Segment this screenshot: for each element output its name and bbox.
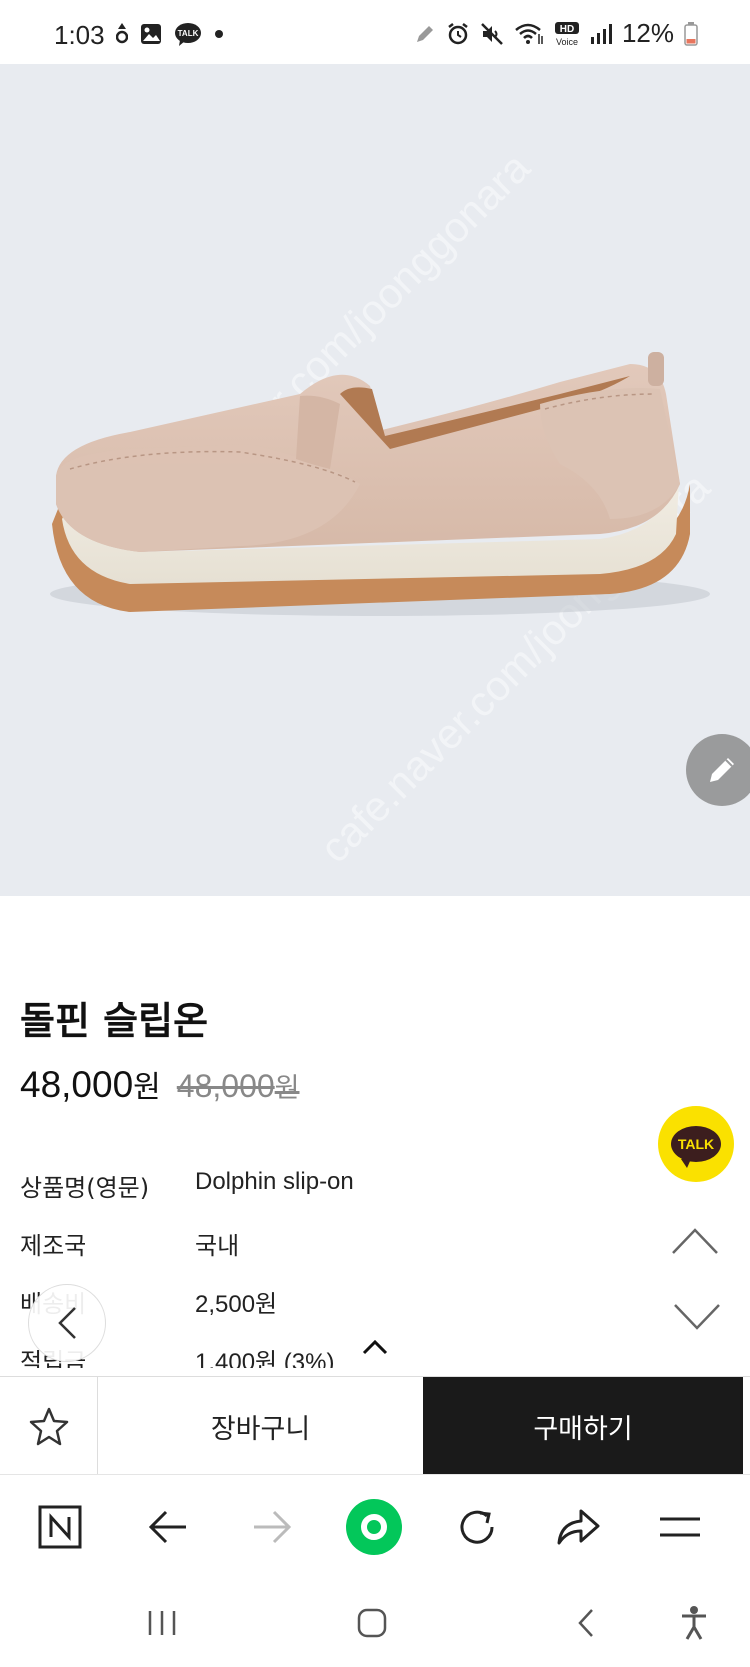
product-details: 상품명(영문) Dolphin slip-on 제조국 국내 배송비 2,500…	[20, 1168, 640, 1368]
shoe-image	[50, 352, 710, 616]
sale-price-unit: 원	[133, 1070, 161, 1105]
share-icon	[557, 1509, 600, 1545]
mute-icon	[481, 22, 503, 45]
detail-value: 2,500원	[195, 1291, 278, 1318]
forward-arrow-button[interactable]	[242, 1497, 302, 1557]
sale-price-number: 48,000	[20, 1064, 134, 1105]
menu-icon	[660, 1517, 700, 1537]
dot-icon	[215, 30, 223, 38]
recents-icon	[148, 1611, 176, 1635]
back-button[interactable]	[28, 1284, 106, 1362]
detail-value: 국내	[195, 1233, 240, 1260]
sale-price: 48,000원	[20, 1062, 161, 1106]
original-price-unit: 원	[274, 1073, 300, 1104]
alarm-icon	[448, 22, 468, 44]
home-icon	[357, 1608, 387, 1638]
original-price: 48,000원	[177, 1066, 300, 1105]
home-button[interactable]	[344, 1497, 404, 1557]
naver-n-icon	[38, 1505, 82, 1549]
kakao-talk-button[interactable]: TALK	[658, 1106, 734, 1182]
back-icon	[578, 1609, 593, 1637]
pencil-icon	[710, 758, 734, 782]
detail-row: 배송비 2,500원	[20, 1284, 640, 1324]
accessibility-button[interactable]	[664, 1598, 724, 1648]
detail-row: 상품명(영문) Dolphin slip-on	[20, 1168, 640, 1208]
detail-value: 1,400원 (3%)	[195, 1349, 335, 1368]
detail-label: 상품명(영문)	[20, 1174, 150, 1202]
status-bar: 1:03 TALK HD Voice 12%	[0, 0, 750, 64]
green-home-icon	[346, 1499, 402, 1555]
back-arrow-icon	[148, 1510, 186, 1544]
scroll-down-icon[interactable]	[672, 1302, 722, 1332]
product-image[interactable]: cafe.naver.com/joonggonara cafe.naver.co…	[0, 64, 750, 896]
edit-fab[interactable]	[686, 734, 750, 806]
hd-voice-icon: HD Voice	[554, 21, 579, 47]
svg-text:HD: HD	[560, 24, 574, 35]
menu-button[interactable]	[650, 1497, 710, 1557]
svg-text:TALK: TALK	[178, 29, 199, 38]
talk-bubble-icon: TALK	[671, 1126, 721, 1168]
browser-toolbar	[0, 1474, 750, 1578]
scroll-up-icon[interactable]	[670, 1226, 720, 1256]
buy-button[interactable]: 구매하기	[423, 1377, 743, 1475]
talk-label: TALK	[677, 1136, 715, 1152]
share-button[interactable]	[548, 1497, 608, 1557]
star-icon	[29, 1407, 68, 1446]
status-notification-icons: TALK	[116, 22, 224, 46]
system-home-button[interactable]	[342, 1598, 402, 1648]
battery-percent: 12%	[621, 18, 674, 48]
expand-details-icon[interactable]	[360, 1338, 390, 1356]
wishlist-button[interactable]	[0, 1377, 98, 1475]
system-nav-bar	[0, 1578, 750, 1667]
product-title: 돌핀 슬립온	[20, 999, 209, 1043]
status-time: 1:03	[54, 20, 105, 50]
kakaotalk-icon: TALK	[175, 23, 201, 46]
detail-value: Dolphin slip-on	[195, 1168, 354, 1195]
recents-button[interactable]	[132, 1598, 192, 1648]
location-pin-icon	[116, 23, 128, 44]
wifi-icon	[515, 23, 543, 44]
svg-text:Voice: Voice	[556, 37, 578, 47]
signal-icon	[590, 23, 612, 44]
back-arrow-button[interactable]	[138, 1497, 198, 1557]
chevron-left-icon	[58, 1307, 76, 1339]
forward-arrow-icon	[254, 1510, 292, 1544]
cart-button[interactable]: 장바구니	[98, 1377, 423, 1475]
pen-icon	[416, 25, 433, 42]
purchase-bar: 장바구니 구매하기	[0, 1376, 750, 1475]
system-back-button[interactable]	[556, 1598, 616, 1648]
original-price-number: 48,000	[176, 1068, 275, 1104]
status-system-icons: HD Voice 12%	[414, 18, 698, 49]
gallery-icon	[141, 24, 161, 44]
refresh-button[interactable]	[448, 1497, 508, 1557]
detail-row: 제조국 국내	[20, 1226, 640, 1266]
refresh-icon	[460, 1510, 494, 1544]
battery-icon	[684, 21, 698, 46]
detail-label: 제조국	[20, 1232, 87, 1260]
price-row: 48,000원 48,000원	[20, 1062, 300, 1106]
naver-n-button[interactable]	[30, 1497, 90, 1557]
detail-row: 적립금 1,400원 (3%)	[20, 1342, 640, 1368]
accessibility-icon	[682, 1606, 706, 1640]
